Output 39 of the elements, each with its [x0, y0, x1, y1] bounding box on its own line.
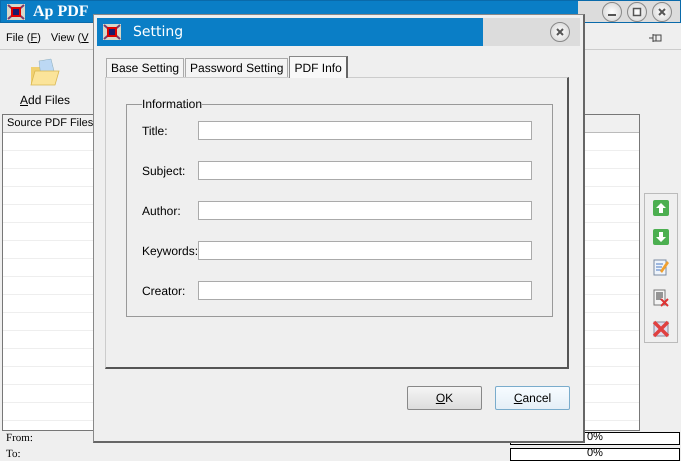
cross-icon[interactable] [652, 320, 670, 338]
minimize-button[interactable] [602, 2, 622, 22]
dialog-button[interactable]: Cancel [495, 386, 570, 410]
input-field[interactable] [198, 161, 532, 180]
input-field[interactable] [198, 121, 532, 140]
status-label: To: [6, 448, 21, 460]
field-label: Author: [142, 204, 182, 218]
pin-icon[interactable] [649, 32, 663, 44]
input-field[interactable] [198, 241, 532, 260]
close-icon [657, 6, 667, 16]
field-label: Creator: [142, 284, 186, 298]
app-logo-icon [101, 22, 123, 42]
arrow-down-icon[interactable] [653, 229, 669, 245]
delete-document-icon[interactable] [653, 289, 669, 307]
close-button[interactable] [550, 22, 570, 42]
minimize-icon [608, 14, 616, 16]
field-label: Title: [142, 124, 169, 138]
group-title: Information [142, 97, 202, 111]
dialog-button[interactable]: OK [407, 386, 482, 410]
menu-item[interactable]: File (F) [6, 32, 41, 44]
arrow-up-icon[interactable] [653, 200, 669, 216]
menu-item[interactable]: View (V [50, 32, 89, 44]
close-icon [555, 27, 565, 37]
field-label: Subject: [142, 164, 186, 178]
window-title: Ap PDF [33, 2, 89, 20]
tab[interactable]: PDF Info [289, 56, 348, 78]
field-label: Keywords: [142, 244, 198, 258]
dialog-title: Setting [133, 24, 184, 40]
add-files-button[interactable]: Add Files [14, 55, 76, 109]
close-button[interactable] [652, 2, 672, 22]
edit-document-icon[interactable] [653, 258, 669, 276]
input-field[interactable] [198, 281, 532, 300]
input-field[interactable] [198, 201, 532, 220]
maximize-icon [632, 6, 642, 16]
app-logo-icon [5, 2, 27, 22]
tab[interactable]: Password Setting [185, 58, 288, 77]
tab[interactable]: Base Setting [106, 58, 184, 77]
maximize-button[interactable] [627, 2, 647, 22]
status-label: From: [6, 432, 33, 444]
